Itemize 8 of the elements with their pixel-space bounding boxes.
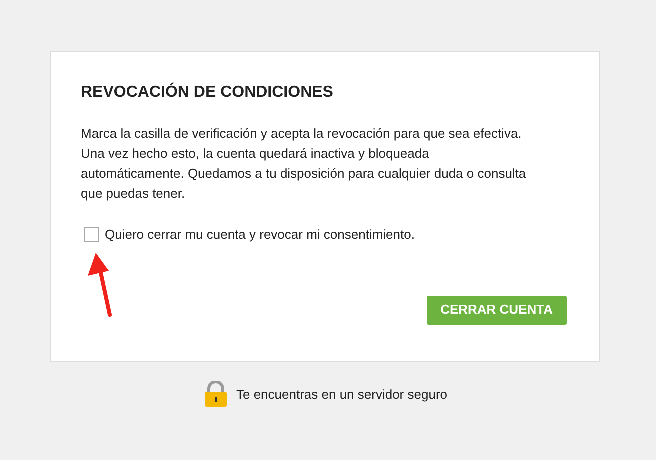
- card-title: REVOCACIÓN DE CONDICIONES: [81, 83, 334, 103]
- consent-label: Quiero cerrar mu cuenta y revocar mi consentimiento.: [105, 226, 415, 244]
- secure-server-note: Te encuentras en un servidor seguro: [236, 386, 448, 404]
- arrow-icon: [87, 251, 113, 317]
- consent-checkbox[interactable]: [84, 227, 99, 242]
- close-account-button[interactable]: CERRAR CUENTA: [426, 296, 567, 324]
- instructions-text: Marca la casilla de verificación y acepta la revocación para que sea efectiva. Una vez hecho esto, la cuenta quedará inactiva y bloqueada automáticamente. Quedamos a tu disposición para cualquier duda o consulta que puedas tener.: [81, 125, 528, 203]
- padlock-icon: [204, 381, 228, 408]
